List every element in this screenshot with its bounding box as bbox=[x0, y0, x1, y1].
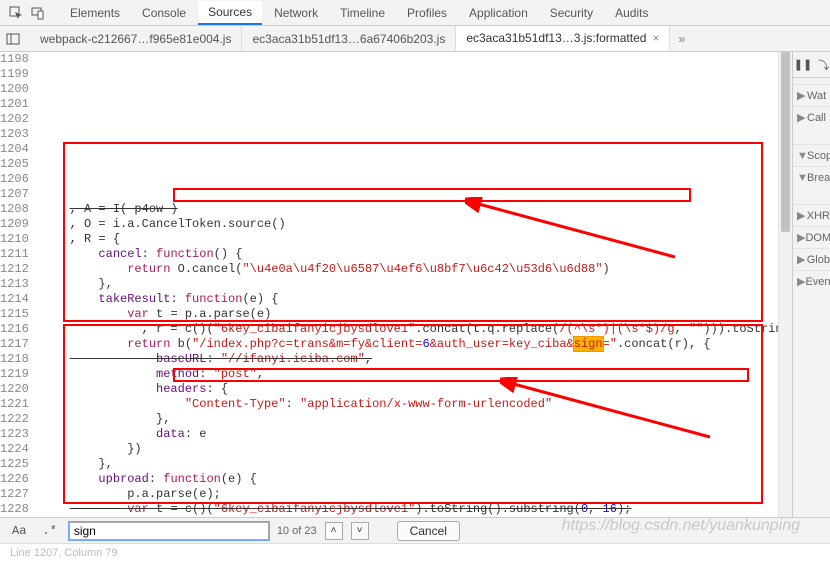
search-prev-button[interactable]: ˄ bbox=[325, 522, 343, 540]
disclosure-icon: ▶ bbox=[797, 111, 807, 124]
devtools-tab-profiles[interactable]: Profiles bbox=[397, 2, 457, 24]
code-line-1208[interactable]: baseURL: "//ifanyi.iciba.com", bbox=[41, 352, 792, 367]
status-bar: Line 1207, Column 79 bbox=[0, 543, 830, 561]
devtools-tab-timeline[interactable]: Timeline bbox=[330, 2, 395, 24]
debugger-side-panel: ❚❚ ⤵ ▶Wat▶Call▼Scop▼Brea▶XHR▶DOM▶Glob▶Ev… bbox=[792, 52, 830, 517]
file-tab-2[interactable]: ec3aca31b51df13…3.js:formatted× bbox=[456, 26, 670, 51]
code-line-1202[interactable]: return O.cancel("\u4e0a\u4f20\u6587\u4ef… bbox=[41, 262, 792, 277]
cursor-position: Line 1207, Column 79 bbox=[10, 547, 118, 559]
side-group-label: XHR bbox=[807, 210, 830, 222]
disclosure-icon: ▼ bbox=[797, 172, 807, 184]
devtools-tab-network[interactable]: Network bbox=[264, 2, 328, 24]
code-line-1217[interactable]: p.a.parse(e); bbox=[41, 487, 792, 502]
disclosure-icon: ▶ bbox=[797, 253, 807, 266]
code-content[interactable]: , A = I( p4ow ) , O = i.a.CancelToken.so… bbox=[35, 52, 792, 517]
code-editor[interactable]: 1198119912001201120212031204120512061207… bbox=[0, 52, 792, 517]
code-line-1200[interactable]: , R = { bbox=[41, 232, 792, 247]
code-line-1216[interactable]: upbroad: function(e) { bbox=[41, 472, 792, 487]
disclosure-icon: ▶ bbox=[797, 89, 807, 102]
side-group-glob[interactable]: ▶Glob bbox=[793, 248, 830, 270]
code-line-1215[interactable]: }, bbox=[41, 457, 792, 472]
devtools-topbar: ElementsConsoleSourcesNetworkTimelinePro… bbox=[0, 0, 830, 26]
code-line-1205[interactable]: var t = p.a.parse(e) bbox=[41, 307, 792, 322]
code-line-1209[interactable]: method: "post", bbox=[41, 367, 792, 382]
search-next-button[interactable]: ˅ bbox=[351, 522, 369, 540]
disclosure-icon: ▶ bbox=[797, 275, 805, 288]
devtools-tab-application[interactable]: Application bbox=[459, 2, 538, 24]
code-line-1206[interactable]: , r = c()("6key_cibaifanyicjbysdlove1".c… bbox=[41, 322, 792, 337]
regex-toggle[interactable]: .* bbox=[38, 522, 60, 540]
devtools-tab-audits[interactable]: Audits bbox=[605, 2, 658, 24]
scrollbar-track[interactable] bbox=[778, 52, 792, 517]
side-group-brea[interactable]: ▼Brea bbox=[793, 166, 830, 188]
code-line-1199[interactable]: , O = i.a.CancelToken.source() bbox=[41, 217, 792, 232]
annotation-box-inner-1 bbox=[173, 188, 691, 202]
code-line-1204[interactable]: takeResult: function(e) { bbox=[41, 292, 792, 307]
pause-icon[interactable]: ❚❚ bbox=[794, 58, 812, 71]
disclosure-icon: ▼ bbox=[797, 150, 807, 162]
main-area: 1198119912001201120212031204120512061207… bbox=[0, 52, 830, 517]
close-icon[interactable]: × bbox=[652, 31, 659, 45]
code-line-1210[interactable]: headers: { bbox=[41, 382, 792, 397]
search-cancel-button[interactable]: Cancel bbox=[397, 521, 460, 541]
side-group-wat[interactable]: ▶Wat bbox=[793, 84, 830, 106]
side-group-label: Wat bbox=[807, 90, 826, 102]
devtools-tab-sources[interactable]: Sources bbox=[198, 1, 262, 25]
code-line-1212[interactable]: }, bbox=[41, 412, 792, 427]
disclosure-icon: ▶ bbox=[797, 231, 805, 244]
side-group-label: Even bbox=[805, 276, 830, 288]
code-line-1213[interactable]: data: e bbox=[41, 427, 792, 442]
side-group-label: Brea bbox=[807, 172, 830, 184]
code-line-1218[interactable]: var t = c()("6key_cibaifanyicjbysdlove1"… bbox=[41, 502, 792, 517]
match-case-toggle[interactable]: Aa bbox=[8, 522, 30, 540]
devtools-tab-security[interactable]: Security bbox=[540, 2, 603, 24]
more-tabs-icon[interactable]: » bbox=[670, 32, 693, 46]
devtools-tab-elements[interactable]: Elements bbox=[60, 2, 130, 24]
side-group-dom[interactable]: ▶DOM bbox=[793, 226, 830, 248]
sources-subbar: webpack-c212667…f965e81e004.jsec3aca31b5… bbox=[0, 26, 830, 52]
line-gutter: 1198119912001201120212031204120512061207… bbox=[0, 52, 35, 517]
file-tab-0[interactable]: webpack-c212667…f965e81e004.js bbox=[30, 26, 242, 51]
search-input[interactable] bbox=[69, 522, 269, 540]
code-line-1198[interactable]: , A = I( p4ow ) bbox=[41, 202, 792, 217]
disclosure-icon: ▶ bbox=[797, 209, 807, 222]
side-group-label: Scop bbox=[807, 150, 830, 162]
code-line-1201[interactable]: cancel: function() { bbox=[41, 247, 792, 262]
side-group-call[interactable]: ▶Call bbox=[793, 106, 830, 128]
side-group-label: Call bbox=[807, 112, 826, 124]
side-group-label: Glob bbox=[807, 254, 830, 266]
file-tabs: webpack-c212667…f965e81e004.jsec3aca31b5… bbox=[30, 26, 670, 51]
find-bar: Aa .* 10 of 23 ˄ ˅ Cancel bbox=[0, 517, 830, 543]
devtools-tab-console[interactable]: Console bbox=[132, 2, 196, 24]
navigator-toggle-icon[interactable] bbox=[0, 27, 26, 51]
side-group-label: DOM bbox=[805, 232, 830, 244]
code-line-1211[interactable]: "Content-Type": "application/x-www-form-… bbox=[41, 397, 792, 412]
debugger-controls: ❚❚ ⤵ bbox=[793, 52, 830, 78]
code-line-1203[interactable]: }, bbox=[41, 277, 792, 292]
inspect-icon[interactable] bbox=[6, 4, 26, 22]
code-line-1207[interactable]: return b("/index.php?c=trans&m=fy&client… bbox=[41, 337, 792, 352]
code-line-1214[interactable]: }) bbox=[41, 442, 792, 457]
side-group-scop[interactable]: ▼Scop bbox=[793, 144, 830, 166]
scrollbar-thumb[interactable] bbox=[781, 52, 790, 232]
side-group-xhr[interactable]: ▶XHR bbox=[793, 204, 830, 226]
devtools-tabs: ElementsConsoleSourcesNetworkTimelinePro… bbox=[60, 1, 658, 25]
search-count: 10 of 23 bbox=[277, 525, 317, 537]
side-group-even[interactable]: ▶Even bbox=[793, 270, 830, 292]
file-tab-1[interactable]: ec3aca31b51df13…6a67406b203.js bbox=[242, 26, 456, 51]
step-icon[interactable]: ⤵ bbox=[818, 57, 829, 73]
device-toggle-icon[interactable] bbox=[28, 4, 48, 22]
